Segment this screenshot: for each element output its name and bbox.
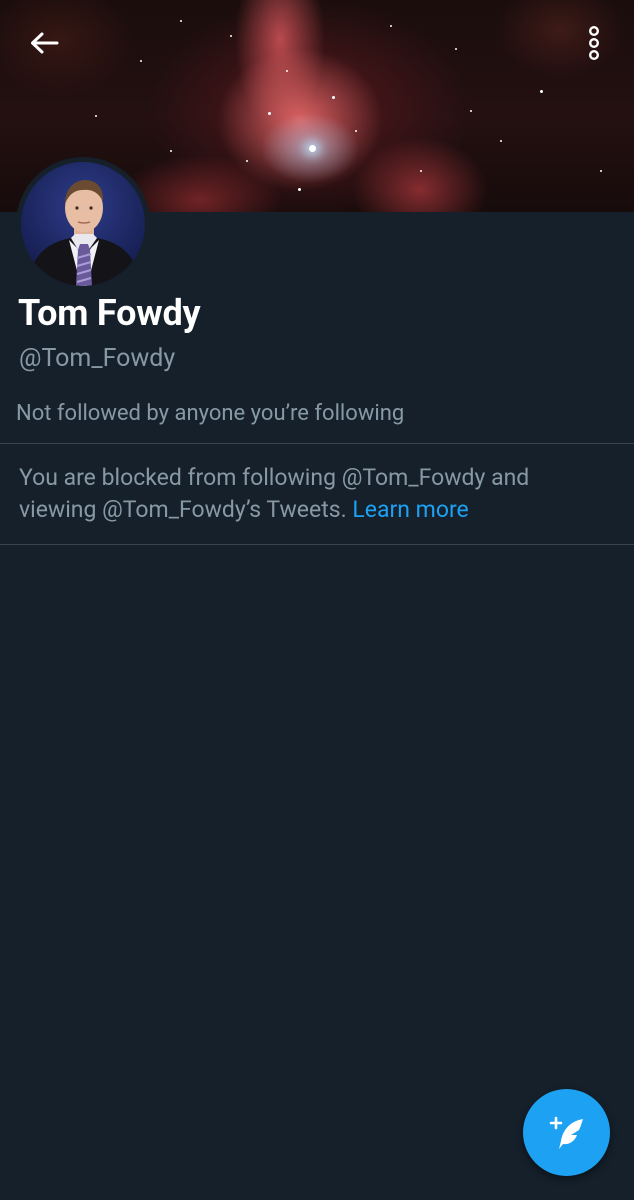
compose-tweet-icon: [549, 1116, 583, 1149]
more-options-button[interactable]: [566, 15, 622, 71]
profile-handle: @Tom_Fowdy: [19, 344, 176, 373]
compose-tweet-button[interactable]: [523, 1089, 610, 1176]
divider: [0, 443, 634, 444]
profile-display-name: Tom Fowdy: [18, 292, 201, 334]
avatar-photo: [21, 162, 145, 286]
blocked-notice: You are blocked from following @Tom_Fowd…: [19, 462, 609, 526]
more-vertical-icon: [589, 26, 599, 60]
back-button[interactable]: [16, 15, 72, 71]
followers-you-know-text: Not followed by anyone you’re following: [16, 401, 405, 426]
learn-more-link[interactable]: Learn more: [352, 496, 468, 523]
arrow-back-icon: [31, 32, 59, 54]
profile-avatar[interactable]: [16, 157, 150, 291]
divider: [0, 544, 634, 545]
person-portrait-icon: [27, 180, 141, 286]
